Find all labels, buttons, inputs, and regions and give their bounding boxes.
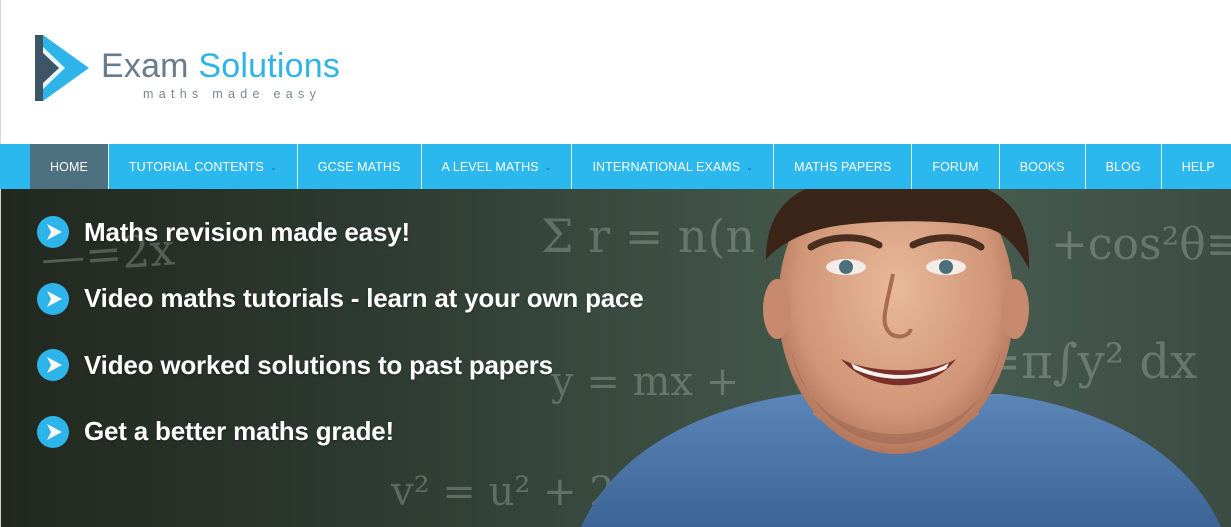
nav-item-label: BOOKS: [1019, 159, 1065, 174]
play-arrow-icon: [37, 282, 69, 315]
nav-item-home[interactable]: HOME: [30, 144, 109, 189]
nav-item-maths-papers[interactable]: MATHS PAPERS: [774, 144, 913, 189]
hero-bullet-text: Video worked solutions to past papers: [84, 349, 553, 380]
nav-item-label: A LEVEL MATHS: [441, 159, 539, 174]
hero-banner: —=2x Σ r = n(n +cos²θ≡1 y = mx + =π∫y² d…: [0, 189, 1231, 527]
logo-wordmark: Exam Solutions: [101, 47, 340, 85]
hero-bullet: Video maths tutorials - learn at your ow…: [36, 282, 644, 316]
nav-item-label: INTERNATIONAL EXAMS: [592, 159, 741, 174]
play-arrow-icon: [37, 216, 69, 248]
play-arrow-icon: [37, 415, 69, 448]
nav-list: HOME TUTORIAL CONTENTS ⌄ GCSE MATHS A LEVEL …: [30, 144, 1231, 189]
nav-item-label: HOME: [50, 159, 88, 174]
chevron-down-icon: ⌄: [269, 162, 277, 172]
hero-bullet: Get a better maths grade!: [36, 415, 644, 449]
nav-item-tutorial-contents[interactable]: TUTORIAL CONTENTS ⌄: [109, 144, 298, 189]
hero-bullet-text: Video maths tutorials - learn at your ow…: [84, 283, 644, 313]
hero-bullet-text: Maths revision made easy!: [84, 216, 410, 247]
nav-item-a-level-maths[interactable]: A LEVEL MATHS ⌄: [422, 144, 573, 189]
nav-item-blog[interactable]: BLOG: [1086, 144, 1162, 189]
site-logo[interactable]: Exam Solutions maths made easy: [31, 33, 361, 105]
nav-item-label: FORUM: [932, 159, 979, 174]
chevron-down-icon: ⌄: [746, 162, 754, 172]
nav-item-label: GCSE MATHS: [317, 159, 401, 174]
nav-item-forum[interactable]: FORUM: [912, 144, 1000, 189]
nav-item-help[interactable]: HELP: [1162, 144, 1231, 189]
nav-item-international-exams[interactable]: INTERNATIONAL EXAMS ⌄: [572, 144, 775, 189]
chevron-down-icon: ⌄: [544, 162, 552, 172]
nav-item-label: MATHS PAPERS: [794, 159, 892, 174]
nav-item-label: BLOG: [1105, 159, 1141, 174]
play-arrow-icon: [37, 349, 69, 381]
student-photo: [581, 189, 1221, 527]
logo-tagline: maths made easy: [143, 87, 322, 101]
hero-bullet-text: Get a better maths grade!: [84, 416, 394, 446]
logo-word-exam: Exam: [101, 47, 189, 85]
logo-word-solutions: Solutions: [198, 47, 341, 85]
nav-item-label: HELP: [1181, 159, 1215, 174]
hero-bullet: Maths revision made easy!: [36, 215, 644, 249]
hero-bullet-list: Maths revision made easy! Video maths tut…: [36, 215, 644, 481]
main-nav: HOME TUTORIAL CONTENTS ⌄ GCSE MATHS A LEVEL …: [0, 144, 1231, 189]
play-logo-icon: [35, 35, 89, 101]
nav-item-label: TUTORIAL CONTENTS: [128, 159, 264, 174]
nav-item-gcse-maths[interactable]: GCSE MATHS: [298, 144, 422, 189]
site-header: Exam Solutions maths made easy: [0, 0, 1231, 144]
nav-item-books[interactable]: BOOKS: [1000, 144, 1086, 189]
hero-bullet: Video worked solutions to past papers: [36, 348, 644, 382]
